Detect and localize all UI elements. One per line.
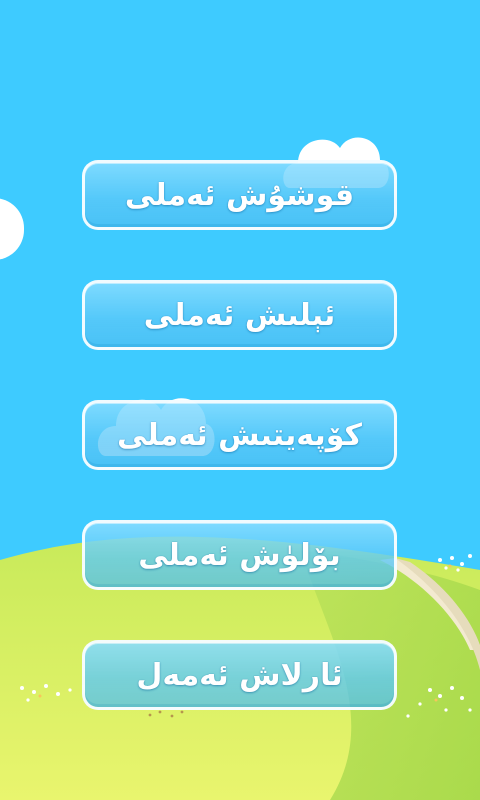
subtraction-label: ئېلىش ئەملى bbox=[143, 297, 336, 333]
mixed-operations-button[interactable]: ئارلاش ئەمەل bbox=[82, 640, 397, 710]
addition-label: قوشۇش ئەملى bbox=[124, 177, 355, 213]
operation-menu: قوشۇش ئەملى ئېلىش ئەملى كۆپەيتىش ئەملى ب… bbox=[0, 0, 480, 800]
division-label: بۆلۈش ئەملى bbox=[138, 537, 341, 573]
multiplication-button[interactable]: كۆپەيتىش ئەملى bbox=[82, 400, 397, 470]
app-screen: قوشۇش ئەملى ئېلىش ئەملى كۆپەيتىش ئەملى ب… bbox=[0, 0, 480, 800]
division-button[interactable]: بۆلۈش ئەملى bbox=[82, 520, 397, 590]
subtraction-button[interactable]: ئېلىش ئەملى bbox=[82, 280, 397, 350]
addition-button[interactable]: قوشۇش ئەملى bbox=[82, 160, 397, 230]
multiplication-label: كۆپەيتىش ئەملى bbox=[117, 417, 362, 453]
mixed-operations-label: ئارلاش ئەمەل bbox=[136, 657, 343, 693]
